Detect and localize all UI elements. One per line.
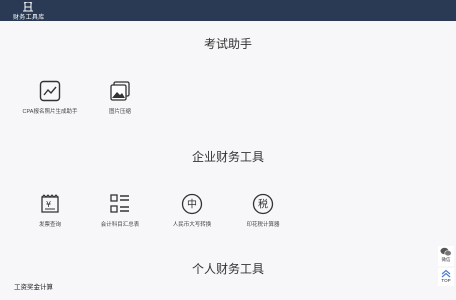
tool-account-summary[interactable]: 会计科目汇总表 <box>85 193 155 228</box>
invoice-icon: ¥ <box>41 194 59 213</box>
tool-invoice-query[interactable]: ¥ 发票查询 <box>15 193 85 228</box>
site-logo[interactable]: 财务工具库 <box>10 1 50 21</box>
tool-image-compress[interactable]: 图片压缩 <box>85 80 155 115</box>
tax-glyph: 税 <box>258 198 268 211</box>
invoice-glyph: ¥ <box>46 200 51 209</box>
wechat-label: 微信 <box>441 257 451 262</box>
chart-picture-icon <box>39 80 61 102</box>
tax-circle-icon: 税 <box>252 193 274 215</box>
top-navigation-bar: 财务工具库 <box>0 0 456 21</box>
tool-stamp-tax-calculator[interactable]: 税 印花税计算器 <box>228 193 298 228</box>
section-title-exam: 考试助手 <box>203 37 252 51</box>
tool-label: CPA报名照片生成助手 <box>22 109 78 115</box>
chinese-character-circle-icon: 中 <box>181 193 203 215</box>
back-to-top-button[interactable]: TOP <box>438 268 454 286</box>
tool-label: 图片压缩 <box>108 109 131 115</box>
logo-icon <box>23 2 33 12</box>
tool-label: 印花税计算器 <box>246 222 280 228</box>
rmb-glyph: 中 <box>187 198 197 211</box>
top-label: TOP <box>441 278 451 283</box>
tool-cpa-photo[interactable]: CPA报名照片生成助手 <box>15 80 85 115</box>
logo-text: 财务工具库 <box>13 15 45 21</box>
list-icon <box>110 194 129 213</box>
section-title-enterprise: 企业财务工具 <box>191 150 264 164</box>
image-stack-icon <box>110 81 130 101</box>
tool-rmb-uppercase[interactable]: 中 人民币大写转换 <box>157 193 227 228</box>
wechat-icon <box>440 247 452 257</box>
tool-label: 会计科目汇总表 <box>100 222 140 228</box>
wechat-float-button[interactable]: 微信 <box>438 246 454 266</box>
tool-label: 人民币大写转换 <box>172 222 212 228</box>
tool-salary-bonus-calc[interactable]: 工资奖金计算 <box>14 281 53 291</box>
chevron-up-icon <box>441 269 451 278</box>
section-title-personal: 个人财务工具 <box>191 262 264 276</box>
tool-label: 发票查询 <box>38 222 61 228</box>
